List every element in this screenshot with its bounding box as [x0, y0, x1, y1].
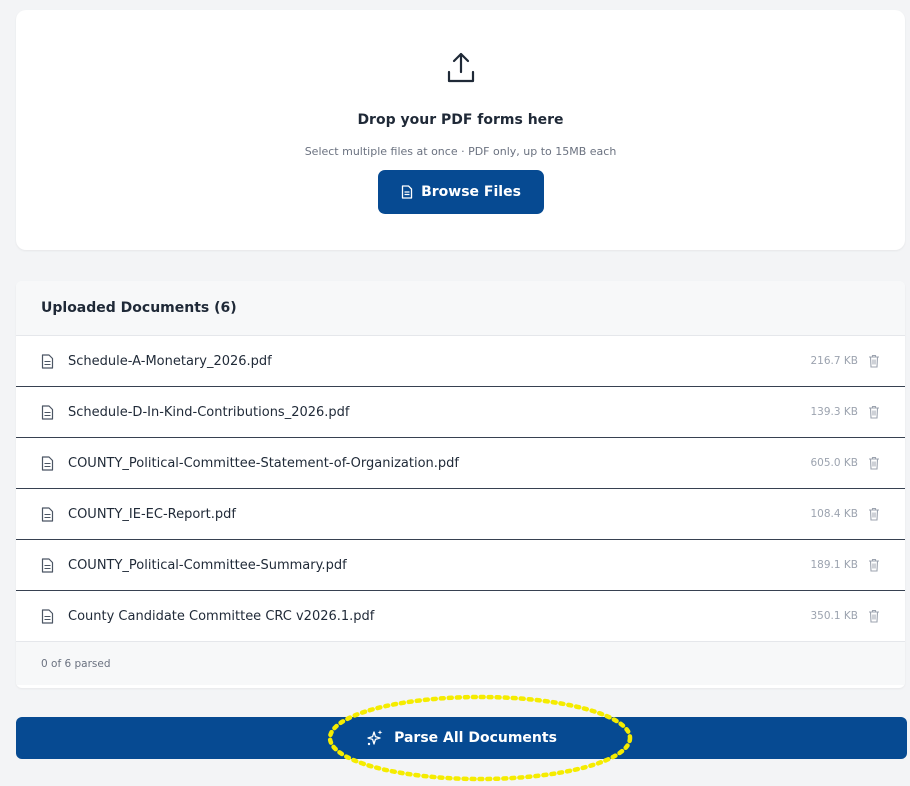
document-row: Schedule-A-Monetary_2026.pdf 216.7 KB — [16, 336, 905, 387]
document-row: Schedule-D-In-Kind-Contributions_2026.pd… — [16, 387, 905, 438]
dropzone-title: Drop your PDF forms here — [357, 112, 564, 128]
uploaded-documents-panel: Uploaded Documents (6) Schedule-A-Moneta… — [16, 281, 905, 688]
document-icon — [41, 557, 54, 573]
documents-list: Schedule-A-Monetary_2026.pdf 216.7 KB Sc… — [16, 336, 905, 642]
document-row: COUNTY_IE-EC-Report.pdf 108.4 KB — [16, 489, 905, 540]
sparkles-icon — [367, 730, 383, 746]
document-size: 108.4 KB — [810, 508, 859, 520]
trash-icon[interactable] — [868, 354, 880, 368]
document-icon — [41, 353, 54, 369]
parse-all-documents-button[interactable]: Parse All Documents — [16, 717, 907, 759]
document-name: COUNTY_Political-Committee-Statement-of-… — [68, 455, 459, 471]
upload-dropzone[interactable]: Drop your PDF forms here Select multiple… — [16, 10, 905, 250]
browse-files-label: Browse Files — [421, 184, 521, 200]
trash-icon[interactable] — [868, 456, 880, 470]
document-row: COUNTY_Political-Committee-Summary.pdf 1… — [16, 540, 905, 591]
upload-icon — [447, 52, 475, 83]
document-icon — [41, 404, 54, 420]
document-size: 605.0 KB — [810, 457, 859, 469]
dropzone-subtitle: Select multiple files at once · PDF only… — [304, 145, 617, 158]
document-row: County Candidate Committee CRC v2026.1.p… — [16, 591, 905, 642]
document-name: COUNTY_IE-EC-Report.pdf — [68, 506, 236, 522]
trash-icon[interactable] — [868, 507, 880, 521]
uploaded-documents-header: Uploaded Documents (6) — [16, 281, 905, 336]
document-size: 216.7 KB — [810, 355, 859, 367]
document-size: 139.3 KB — [810, 406, 859, 418]
browse-files-button[interactable]: Browse Files — [378, 170, 544, 214]
file-icon — [401, 185, 413, 199]
document-name: COUNTY_Political-Committee-Summary.pdf — [68, 557, 347, 573]
document-size: 350.1 KB — [810, 610, 859, 622]
document-icon — [41, 455, 54, 471]
trash-icon[interactable] — [868, 558, 880, 572]
document-icon — [41, 608, 54, 624]
parse-status: 0 of 6 parsed — [16, 642, 905, 685]
document-size: 189.1 KB — [810, 559, 859, 571]
document-icon — [41, 506, 54, 522]
document-name: Schedule-D-In-Kind-Contributions_2026.pd… — [68, 404, 350, 420]
document-name: Schedule-A-Monetary_2026.pdf — [68, 353, 272, 369]
parse-all-documents-label: Parse All Documents — [394, 730, 557, 746]
document-name: County Candidate Committee CRC v2026.1.p… — [68, 608, 375, 624]
trash-icon[interactable] — [868, 405, 880, 419]
document-row: COUNTY_Political-Committee-Statement-of-… — [16, 438, 905, 489]
trash-icon[interactable] — [868, 609, 880, 623]
